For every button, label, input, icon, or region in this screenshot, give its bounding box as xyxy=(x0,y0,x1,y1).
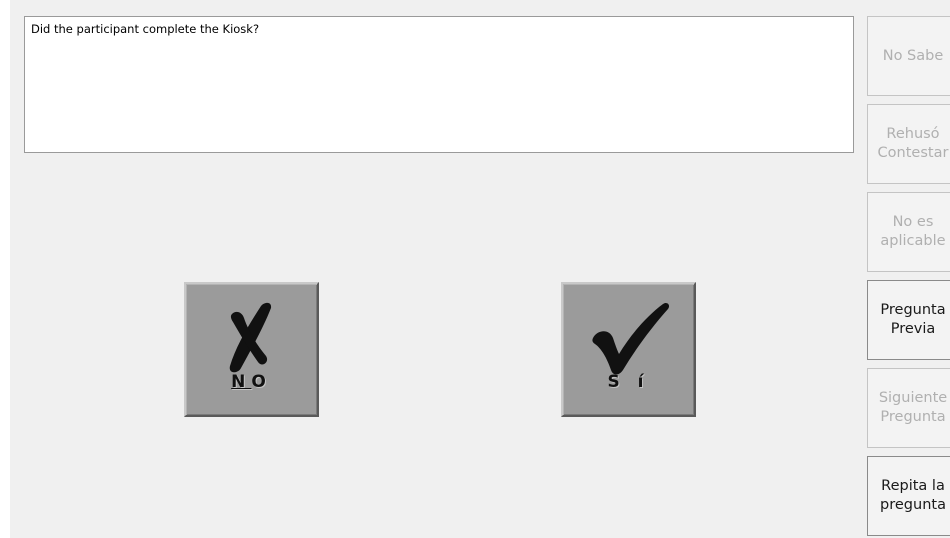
refused-button[interactable]: Rehusó Contestar xyxy=(867,104,950,184)
question-text-box: Did the participant complete the Kiosk? xyxy=(24,16,854,153)
no-label: NO xyxy=(231,372,272,392)
next-question-button[interactable]: Siguiente Pregunta xyxy=(867,368,950,448)
survey-window: Did the participant complete the Kiosk? … xyxy=(0,0,950,538)
yes-label: S í xyxy=(607,372,650,392)
not-applicable-button[interactable]: No es aplicable xyxy=(867,192,950,272)
no-button[interactable]: NO xyxy=(184,282,319,417)
x-mark-icon xyxy=(229,302,272,373)
dont-know-button[interactable]: No Sabe xyxy=(867,16,950,96)
question-text: Did the participant complete the Kiosk? xyxy=(31,22,260,36)
yes-button[interactable]: S í xyxy=(561,282,696,417)
previous-question-button[interactable]: Pregunta Previa xyxy=(867,280,950,360)
checkmark-icon xyxy=(592,302,670,375)
left-edge xyxy=(0,0,10,538)
repeat-question-button[interactable]: Repita la pregunta xyxy=(867,456,950,536)
